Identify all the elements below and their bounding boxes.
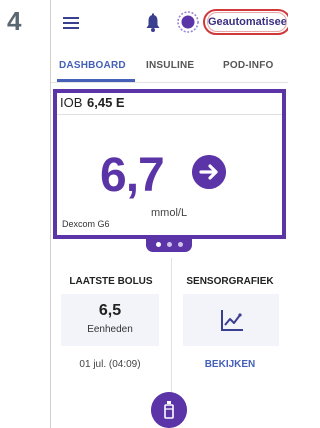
bolus-button[interactable] <box>151 392 187 428</box>
tab-insuline[interactable]: INSULINE <box>146 60 194 71</box>
pod-status-icon[interactable] <box>177 11 199 33</box>
line-chart-icon <box>221 310 243 331</box>
phone-screen: Geautomatiseerd DASHBOARD INSULINE POD-I… <box>50 0 288 428</box>
step-number: 4 <box>7 6 22 36</box>
card-pager[interactable] <box>146 239 192 252</box>
glucose-unit: mmol/L <box>151 207 188 219</box>
tab-pod-info[interactable]: POD-INFO <box>223 60 274 71</box>
menu-icon[interactable] <box>63 17 79 29</box>
last-bolus-date: 01 jul. (04:09) <box>79 359 141 370</box>
tab-dashboard[interactable]: DASHBOARD <box>59 60 126 71</box>
pager-dot <box>178 242 183 247</box>
last-bolus-value: 6,5 <box>98 302 122 319</box>
glucose-value: 6,7 <box>100 149 165 202</box>
last-bolus-unit: Eenheden <box>87 324 133 335</box>
iob-value: 6,45 E <box>87 95 125 110</box>
trend-arrow-icon <box>192 155 226 189</box>
pager-dot-active <box>156 242 161 247</box>
tab-bar: DASHBOARD INSULINE POD-INFO <box>51 52 288 82</box>
view-sensor-graph-link[interactable]: BEKIJKEN <box>174 359 286 370</box>
column-divider <box>171 258 172 398</box>
tabs-divider <box>51 82 288 83</box>
bell-icon[interactable] <box>145 13 161 33</box>
iob-divider <box>57 114 282 115</box>
sensor-name: Dexcom G6 <box>62 219 110 229</box>
iob-label: IOB <box>60 95 83 110</box>
pager-dot <box>167 242 172 247</box>
last-bolus-title: LAATSTE BOLUS <box>69 276 153 287</box>
auto-mode-badge[interactable]: Geautomatiseerd <box>207 12 287 32</box>
sensor-graph-title: SENSORGRAFIEK <box>186 276 274 287</box>
